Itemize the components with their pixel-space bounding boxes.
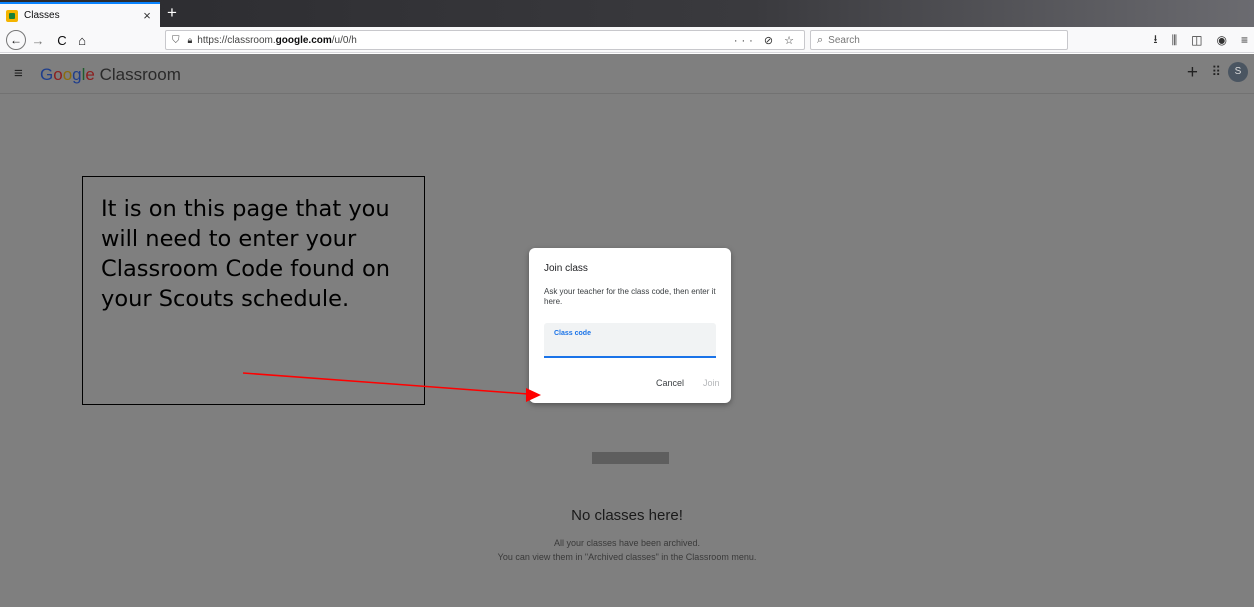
cancel-button[interactable]: Cancel xyxy=(656,378,684,388)
url-prefix: https://classroom. xyxy=(197,34,276,46)
classroom-favicon-icon xyxy=(6,9,18,22)
join-class-dialog: Join class Ask your teacher for the clas… xyxy=(529,248,731,403)
forward-button[interactable]: → xyxy=(30,30,46,50)
reload-button[interactable]: C xyxy=(54,30,70,50)
tab-title: Classes xyxy=(24,10,60,21)
create-or-join-icon[interactable]: + xyxy=(1187,62,1198,84)
logo-letter: o xyxy=(53,65,63,84)
instruction-callout: It is on this page that you will need to… xyxy=(82,176,425,405)
logo-letter: g xyxy=(72,65,82,84)
main-menu-icon[interactable]: ≡ xyxy=(14,65,23,82)
illustration-shape xyxy=(592,452,669,464)
logo-letter: o xyxy=(62,65,73,84)
new-tab-button[interactable]: + xyxy=(160,2,184,26)
home-button[interactable]: ⌂ xyxy=(74,30,90,50)
empty-state-message: All your classes have been archived. xyxy=(553,538,701,548)
google-apps-icon[interactable]: ⠿ xyxy=(1211,64,1221,80)
tab-close-icon[interactable]: × xyxy=(140,8,154,23)
download-icon[interactable]: ⭳ xyxy=(1153,30,1157,51)
browser-tabstrip: Classes × + xyxy=(0,0,1254,27)
url-host: google.com xyxy=(275,34,332,46)
avatar[interactable]: S xyxy=(1228,62,1248,82)
logo-letter: G xyxy=(40,65,54,84)
sidebar-icon[interactable]: ◫ xyxy=(1191,33,1202,47)
dialog-description: Ask your teacher for the class code, the… xyxy=(544,287,716,306)
lock-icon[interactable]: 🔒︎ xyxy=(188,35,193,46)
empty-state-title: No classes here! xyxy=(571,507,683,524)
search-icon: ⌕ xyxy=(817,33,824,46)
browser-toolbar-right: ⭳ ⫼ ◫ ◉ ≡ xyxy=(1153,30,1248,50)
tracking-shield-icon[interactable]: ⛉ xyxy=(172,35,180,46)
logo-product-name: Classroom xyxy=(94,65,181,84)
url-bar[interactable]: ⛉ 🔒︎ https://classroom. google.com/u/0/h … xyxy=(165,30,805,50)
page-actions-icons[interactable]: ··· ⊘ ☆ xyxy=(734,34,798,47)
browser-navbar: ← → C ⌂ ⛉ 🔒︎ https://classroom. google.co… xyxy=(0,27,1254,53)
callout-text: It is on this page that you will need to… xyxy=(101,196,390,312)
empty-state-hint: You can view them in "Archived classes" … xyxy=(497,552,757,562)
tab-classes[interactable]: Classes × xyxy=(0,2,160,27)
library-icon[interactable]: ⫼ xyxy=(1172,33,1178,48)
app-header: ≡ Google Classroom + ⠿ S xyxy=(0,54,1254,94)
logo-letter: e xyxy=(85,65,95,84)
account-icon[interactable]: ◉ xyxy=(1217,33,1227,47)
browser-search-input[interactable]: ⌕ Search xyxy=(810,30,1068,50)
back-button[interactable]: ← xyxy=(6,30,26,50)
url-path: /u/0/h xyxy=(331,34,357,46)
dialog-title: Join class xyxy=(544,263,588,274)
google-classroom-logo[interactable]: Google Classroom xyxy=(40,65,181,85)
class-code-input[interactable]: Class code xyxy=(544,323,716,358)
search-placeholder: Search xyxy=(828,34,860,46)
join-button[interactable]: Join xyxy=(703,378,720,388)
menu-icon[interactable]: ≡ xyxy=(1241,33,1248,47)
class-code-label: Class code xyxy=(554,330,591,337)
